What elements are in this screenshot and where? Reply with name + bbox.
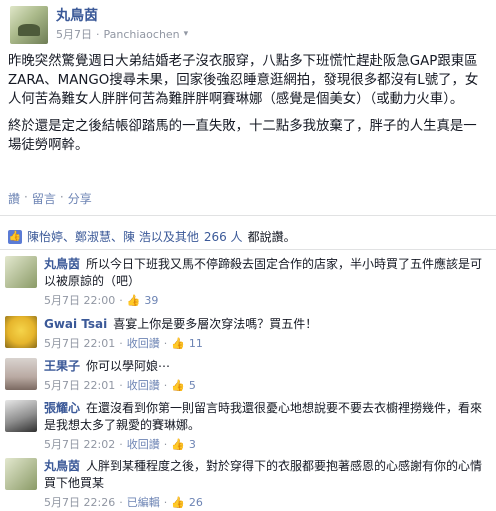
comment-date[interactable]: 5月7日 22:26 <box>44 494 115 511</box>
thumbs-up-icon: 👍 <box>171 438 185 451</box>
commenter-name[interactable]: 王果子 <box>44 359 80 373</box>
commenter-avatar[interactable] <box>5 358 37 390</box>
comment-date[interactable]: 5月7日 22:01 <box>44 335 115 352</box>
comment-meta: 5月7日 22:00 · 👍 39 <box>44 292 490 309</box>
comment-text: 喜宴上你是要多層次穿法嗎？買五件！ <box>113 317 318 331</box>
comment-date[interactable]: 5月7日 22:02 <box>44 436 115 453</box>
likes-suffix: 都說讚。 <box>247 230 296 244</box>
likes-summary: 👍 陳怡婷、鄭淑慧、陳 浩以及其他 266 人 都說讚。 <box>8 228 296 245</box>
comment-date[interactable]: 5月7日 22:00 <box>44 292 115 309</box>
post-paragraph: 昨晚突然驚覺週日大弟結婚老子沒衣服穿，八點多下班慌忙趕赴阪急GAP跟東區ZARA… <box>8 54 479 107</box>
likers-list[interactable]: 陳怡婷、鄭淑慧、陳 浩以及其他 <box>27 228 199 245</box>
comment-text: 所以今日下班我又馬不停蹄殺去固定合作的店家，半小時買了五件應該是可以被原諒的（吧… <box>44 257 483 288</box>
comment-like-count[interactable]: 5 <box>189 377 196 394</box>
action-separator: · <box>24 190 28 204</box>
comment-body: 王果子 你可以學阿娘⋯ 5月7日 22:01 · 收回讚 · 👍 5 <box>44 358 490 394</box>
post-author-name[interactable]: 丸鳥茵 <box>56 5 98 25</box>
comment-date[interactable]: 5月7日 22:01 <box>44 377 115 394</box>
comment-meta: 5月7日 22:26 · 已編輯 · 👍 26 <box>44 494 490 511</box>
unlike-link[interactable]: 收回讚 <box>127 377 160 394</box>
meta-separator: · <box>163 379 168 392</box>
post-date[interactable]: 5月7日 <box>56 26 92 42</box>
commenter-avatar[interactable] <box>5 400 37 432</box>
author-avatar[interactable] <box>10 6 48 44</box>
post-meta: 5月7日 · Panchiaochen ▾ <box>56 26 188 42</box>
facebook-post: 丸鳥茵 5月7日 · Panchiaochen ▾ 昨晚突然驚覺週日大弟結婚老子… <box>0 0 496 509</box>
unlike-link[interactable]: 收回讚 <box>127 436 160 453</box>
thumbs-up-icon: 👍 <box>8 229 22 244</box>
thumbs-up-icon: 👍 <box>126 294 141 307</box>
commenter-name[interactable]: 丸鳥茵 <box>44 459 80 473</box>
post-location[interactable]: Panchiaochen <box>104 28 180 41</box>
comment-body: 丸鳥茵 所以今日下班我又馬不停蹄殺去固定合作的店家，半小時買了五件應該是可以被原諒… <box>44 256 490 309</box>
globe-icon[interactable]: ▾ <box>184 29 189 39</box>
commenter-avatar[interactable] <box>5 458 37 490</box>
comment-like-count[interactable]: 3 <box>189 436 196 453</box>
comment-meta: 5月7日 22:01 · 收回讚 · 👍 11 <box>44 335 490 352</box>
meta-separator: · <box>119 294 123 307</box>
comment-body: 丸鳥茵 人胖到某種程度之後，對於穿得下的衣服都要抱著感恩的心感謝有你的心情買下他買… <box>44 458 490 511</box>
commenter-name[interactable]: 丸鳥茵 <box>44 257 80 271</box>
comment-text: 人胖到某種程度之後，對於穿得下的衣服都要抱著感恩的心感謝有你的心情買下他買某 <box>44 459 483 490</box>
likes-count-link[interactable]: 266 人 <box>204 228 243 245</box>
meta-separator: · <box>163 337 168 350</box>
thumbs-up-icon: 👍 <box>171 496 185 509</box>
meta-separator: · <box>119 337 123 350</box>
post-content: 昨晚突然驚覺週日大弟結婚老子沒衣服穿，八點多下班慌忙趕赴阪急GAP跟東區ZARA… <box>8 52 488 163</box>
comment-text: 在還沒看到你第一則留言時我還很憂心地想說要不要去衣櫥裡撈幾件，看來是我想太多了親… <box>44 401 483 432</box>
post-paragraph: 終於還是定之後結帳卻踏馬的一直失敗，十二點多我放棄了，胖子的人生真是一場徒勞啊幹… <box>8 119 477 153</box>
edited-label[interactable]: 已編輯 <box>127 494 160 511</box>
share-action[interactable]: 分享 <box>68 190 92 207</box>
comment-body: 張耀心 在還沒看到你第一則留言時我還很憂心地想說要不要去衣櫥裡撈幾件，看來是我想太… <box>44 400 490 453</box>
divider <box>0 215 496 216</box>
like-action[interactable]: 讚 <box>8 190 20 207</box>
commenter-avatar[interactable] <box>5 316 37 348</box>
comment-action[interactable]: 留言 <box>32 190 56 207</box>
meta-separator: · <box>163 438 168 451</box>
divider <box>0 249 496 250</box>
comment-meta: 5月7日 22:01 · 收回讚 · 👍 5 <box>44 377 490 394</box>
comment-like-count[interactable]: 39 <box>144 292 158 309</box>
comment-like-count[interactable]: 26 <box>189 494 203 511</box>
meta-separator: · <box>96 27 100 41</box>
comment-text: 你可以學阿娘⋯ <box>86 359 171 373</box>
comment-meta: 5月7日 22:02 · 收回讚 · 👍 3 <box>44 436 490 453</box>
unlike-link[interactable]: 收回讚 <box>127 335 160 352</box>
action-separator: · <box>59 190 64 204</box>
comment-like-count[interactable]: 11 <box>189 335 203 352</box>
commenter-name[interactable]: Gwai Tsai <box>44 317 107 331</box>
meta-separator: · <box>119 438 123 451</box>
meta-separator: · <box>119 379 123 392</box>
thumbs-up-icon: 👍 <box>171 337 185 350</box>
meta-separator: · <box>163 496 168 509</box>
comment-body: Gwai Tsai 喜宴上你是要多層次穿法嗎？買五件！ 5月7日 22:01 · … <box>44 316 490 352</box>
thumbs-up-icon: 👍 <box>171 379 185 392</box>
meta-separator: · <box>119 496 123 509</box>
commenter-avatar[interactable] <box>5 256 37 288</box>
post-actions: 讚 · 留言 · 分享 <box>8 190 92 207</box>
commenter-name[interactable]: 張耀心 <box>44 401 80 415</box>
